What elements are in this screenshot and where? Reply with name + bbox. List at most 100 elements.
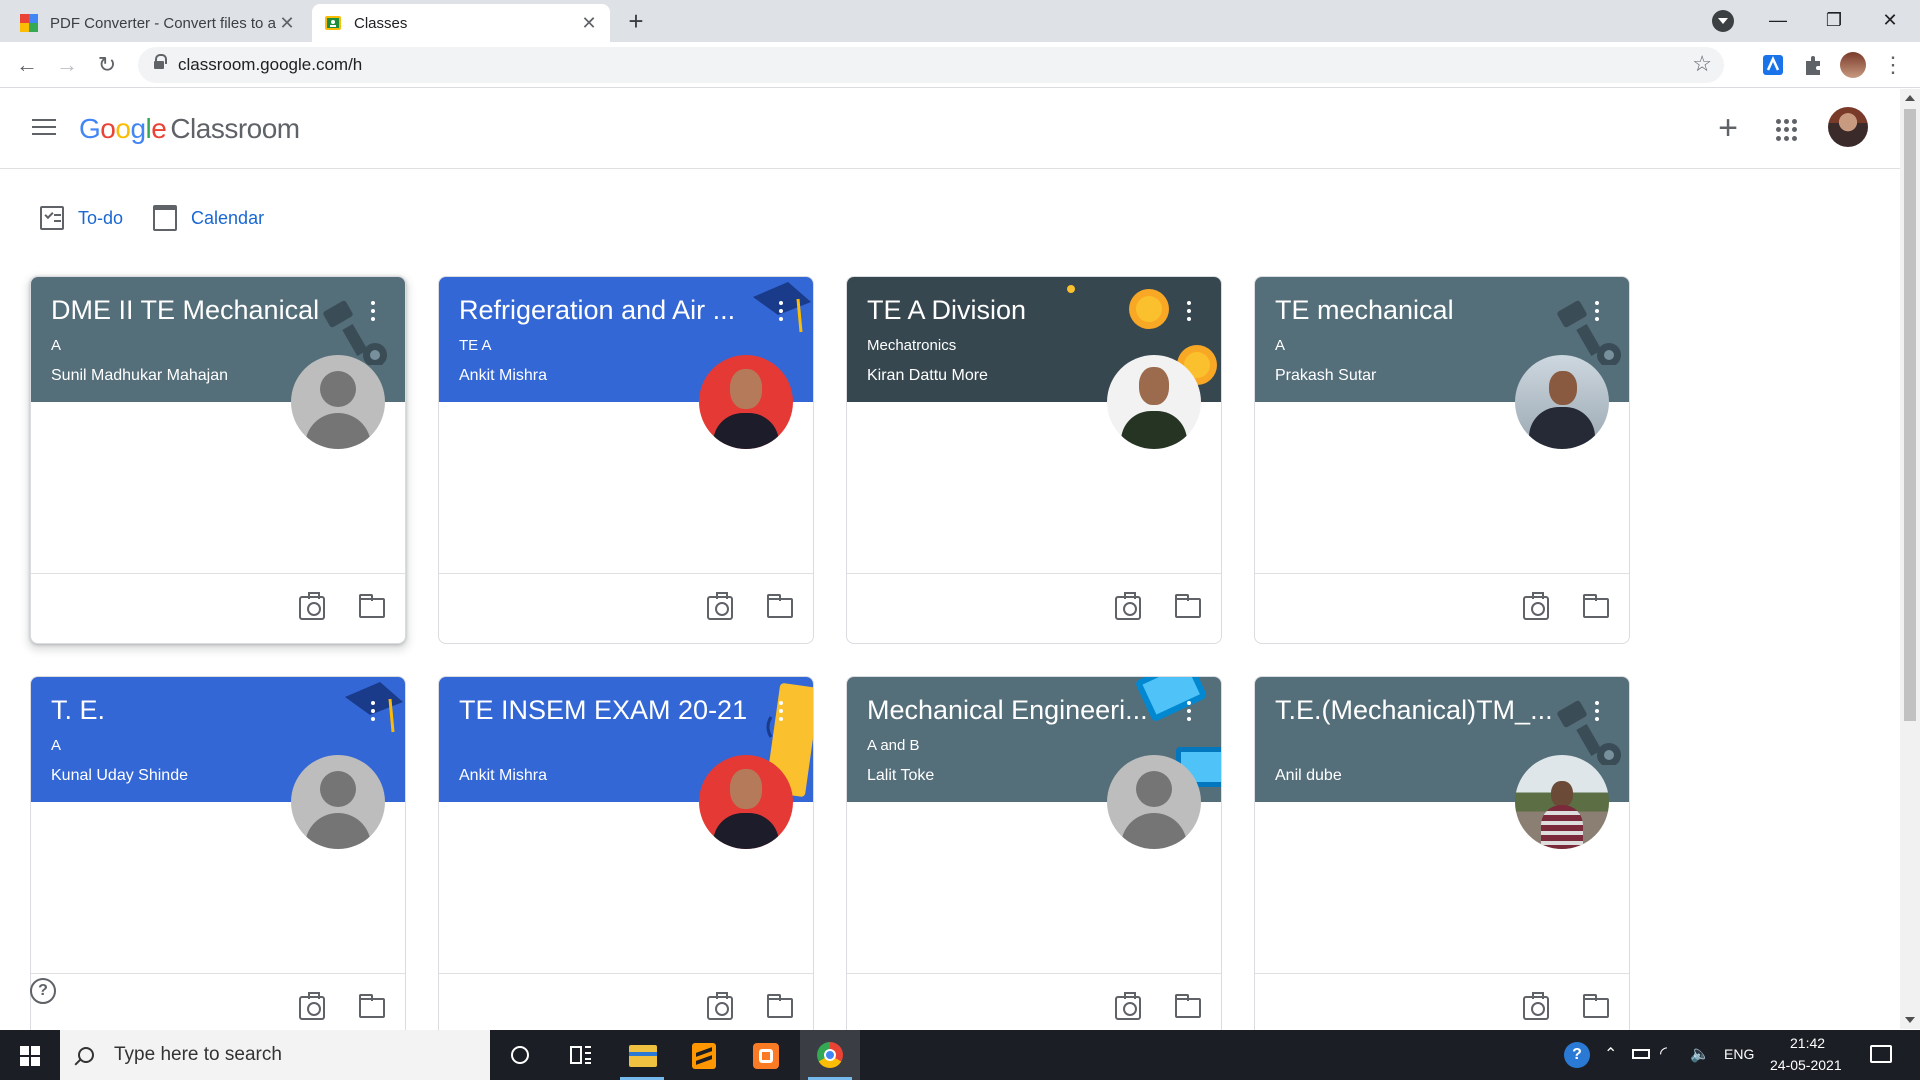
bookmark-star-icon[interactable]: ☆ — [1692, 51, 1712, 77]
class-title[interactable]: TE mechanical — [1275, 295, 1575, 326]
minimize-button[interactable]: — — [1750, 0, 1806, 42]
class-card[interactable]: Refrigeration and Air ... TE A Ankit Mis… — [438, 276, 814, 644]
todo-link[interactable]: To-do — [40, 206, 123, 230]
class-card[interactable]: TE mechanical A Prakash Sutar — [1254, 276, 1630, 644]
tab-search-icon[interactable] — [1712, 10, 1734, 32]
calendar-icon — [153, 205, 178, 231]
tab-title: PDF Converter - Convert files to a — [50, 14, 276, 32]
folder-icon[interactable] — [1583, 994, 1609, 1018]
page-scrollbar[interactable] — [1900, 89, 1920, 1029]
folder-icon[interactable] — [1175, 594, 1201, 618]
create-join-class-button[interactable]: + — [1708, 109, 1748, 149]
class-title[interactable]: T.E.(Mechanical)TM_... — [1275, 695, 1575, 726]
language-indicator[interactable]: ENG — [1724, 1046, 1754, 1062]
class-card-footer — [847, 573, 1221, 643]
class-card[interactable]: T.E.(Mechanical)TM_... Anil dube — [1254, 676, 1630, 1044]
address-bar[interactable]: classroom.google.com/h ☆ — [138, 47, 1724, 83]
more-options-icon[interactable] — [1595, 301, 1599, 321]
class-teacher: Ankit Mishra — [459, 767, 548, 784]
portfolio-icon[interactable] — [707, 592, 733, 620]
xampp-icon[interactable] — [736, 1030, 796, 1080]
scroll-down-icon[interactable] — [1905, 1017, 1915, 1023]
extensions-puzzle-icon[interactable] — [1800, 52, 1826, 78]
new-tab-button[interactable]: + — [620, 6, 652, 38]
class-card-footer — [31, 573, 405, 643]
google-apps-icon[interactable] — [1776, 119, 1798, 141]
clock-date[interactable]: 24-05-2021 — [1770, 1057, 1842, 1073]
folder-icon[interactable] — [1583, 594, 1609, 618]
show-hidden-icons-icon[interactable]: ⌃ — [1604, 1044, 1617, 1064]
more-options-icon[interactable] — [779, 301, 783, 321]
class-card[interactable]: Mechanical Engineeri... A and B Lalit To… — [846, 676, 1222, 1044]
calendar-link[interactable]: Calendar — [153, 205, 264, 231]
class-section: A — [1275, 337, 1286, 354]
scrollbar-thumb[interactable] — [1904, 109, 1916, 721]
class-card[interactable]: T. E. A Kunal Uday Shinde — [30, 676, 406, 1044]
class-title[interactable]: Refrigeration and Air ... — [459, 295, 759, 326]
reload-icon[interactable]: ↻ — [90, 48, 124, 82]
folder-icon[interactable] — [359, 594, 385, 618]
maximize-button[interactable]: ❐ — [1806, 0, 1862, 42]
calendar-label: Calendar — [191, 207, 265, 228]
taskbar-search-box[interactable]: Type here to search — [60, 1030, 490, 1080]
cortana-icon[interactable] — [490, 1030, 550, 1080]
more-options-icon[interactable] — [1595, 701, 1599, 721]
portfolio-icon[interactable] — [1523, 992, 1549, 1020]
class-section: A — [51, 337, 62, 354]
portfolio-icon[interactable] — [1115, 592, 1141, 620]
help-icon[interactable]: ? — [30, 978, 56, 1004]
profile-avatar[interactable] — [1840, 52, 1866, 78]
clock-time[interactable]: 21:42 — [1790, 1035, 1825, 1051]
folder-icon[interactable] — [1175, 994, 1201, 1018]
more-options-icon[interactable] — [371, 701, 375, 721]
battery-icon[interactable] — [1632, 1049, 1650, 1059]
tab-pdf-converter[interactable]: PDF Converter - Convert files to a ✕ — [8, 4, 308, 42]
class-card[interactable]: DME II TE Mechanical A Sunil Madhukar Ma… — [30, 276, 406, 644]
close-icon[interactable]: ✕ — [278, 13, 296, 34]
decor-dot — [1067, 285, 1075, 293]
google-classroom-logo[interactable]: Google Classroom — [79, 113, 300, 145]
sublime-text-icon[interactable] — [674, 1030, 734, 1080]
account-avatar[interactable] — [1828, 107, 1868, 147]
more-options-icon[interactable] — [1187, 301, 1191, 321]
classroom-favicon-icon — [325, 16, 341, 30]
portfolio-icon[interactable] — [299, 592, 325, 620]
more-options-icon[interactable] — [371, 301, 375, 321]
task-view-icon[interactable] — [550, 1030, 610, 1080]
main-menu-icon[interactable] — [32, 119, 56, 137]
more-options-icon[interactable] — [1187, 701, 1191, 721]
class-title[interactable]: T. E. — [51, 695, 351, 726]
browser-tabstrip: PDF Converter - Convert files to a ✕ Cla… — [0, 0, 1920, 42]
close-window-button[interactable]: ✕ — [1862, 0, 1918, 42]
file-explorer-icon[interactable] — [612, 1030, 672, 1080]
extension-icon[interactable] — [1760, 52, 1786, 78]
url-text: classroom.google.com/h — [178, 55, 363, 74]
volume-icon[interactable]: 🔈 — [1690, 1044, 1710, 1064]
class-title[interactable]: TE A Division — [867, 295, 1167, 326]
folder-icon[interactable] — [767, 594, 793, 618]
more-options-icon[interactable] — [779, 701, 783, 721]
portfolio-icon[interactable] — [707, 992, 733, 1020]
class-card[interactable]: TE INSEM EXAM 20-21 Ankit Mishra — [438, 676, 814, 1044]
portfolio-icon[interactable] — [1115, 992, 1141, 1020]
browser-menu-icon[interactable]: ⋮ — [1876, 48, 1910, 82]
close-icon[interactable]: ✕ — [580, 13, 598, 34]
class-title[interactable]: Mechanical Engineeri... — [867, 695, 1167, 726]
portfolio-icon[interactable] — [1523, 592, 1549, 620]
portfolio-icon[interactable] — [299, 992, 325, 1020]
classroom-header: Google Classroom + — [0, 89, 1900, 169]
windows-start-icon[interactable] — [0, 1030, 60, 1080]
chrome-icon[interactable] — [800, 1030, 860, 1080]
help-tray-icon[interactable]: ? — [1548, 1030, 1608, 1080]
class-title[interactable]: DME II TE Mechanical — [51, 295, 351, 326]
folder-icon[interactable] — [767, 994, 793, 1018]
tab-classes[interactable]: Classes ✕ — [312, 4, 610, 42]
notification-center-icon[interactable] — [1870, 1045, 1892, 1063]
wifi-icon[interactable]: ◜ — [1660, 1043, 1667, 1064]
class-title[interactable]: TE INSEM EXAM 20-21 — [459, 695, 759, 726]
class-card[interactable]: TE A Division Mechatronics Kiran Dattu M… — [846, 276, 1222, 644]
scroll-up-icon[interactable] — [1905, 95, 1915, 101]
forward-icon[interactable]: → — [50, 48, 84, 82]
folder-icon[interactable] — [359, 994, 385, 1018]
back-icon[interactable]: ← — [10, 48, 44, 82]
